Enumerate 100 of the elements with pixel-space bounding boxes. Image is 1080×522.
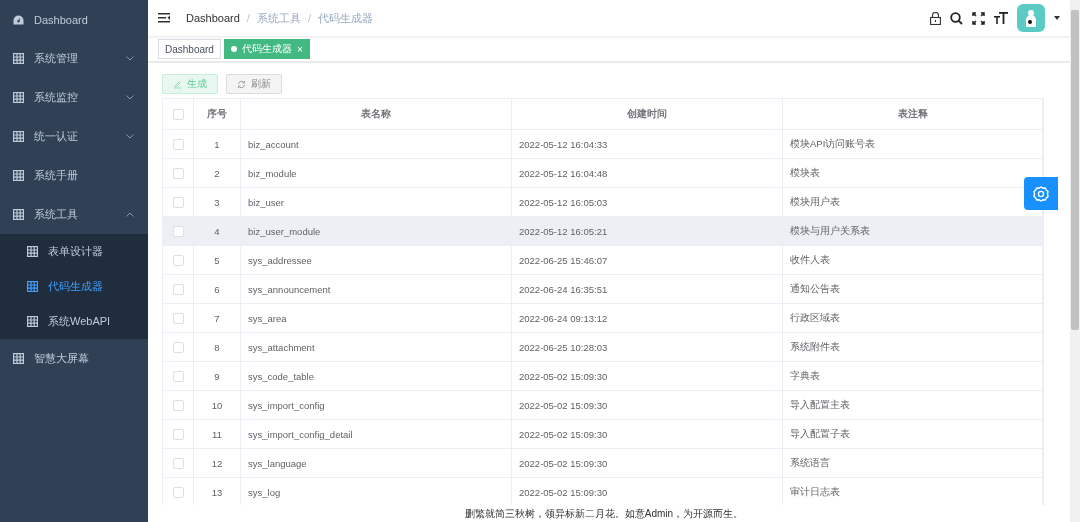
- menu-item[interactable]: 统一认证: [0, 117, 148, 156]
- table-cell: 导入配置子表: [790, 427, 850, 441]
- table-cell: 2022-05-02 15:09:30: [519, 428, 608, 440]
- table-cell: 12: [211, 457, 223, 469]
- table-cell: 通知公告表: [790, 282, 840, 296]
- table-row[interactable]: 12 sys_language 2022-05-02 15:09:30 系统语言: [163, 449, 1043, 478]
- table-cell: sys_attachment: [248, 341, 315, 353]
- grid-icon: [13, 53, 24, 64]
- table-cell: 2022-05-02 15:09:30: [519, 457, 608, 469]
- scrollbar-thumb[interactable]: [1071, 10, 1079, 330]
- checkbox[interactable]: [172, 283, 184, 295]
- checkbox[interactable]: [172, 254, 184, 266]
- table-cell: 审计日志表: [790, 485, 840, 499]
- menu-item[interactable]: 系统监控: [0, 78, 148, 117]
- menu-item[interactable]: 系统管理: [0, 39, 148, 78]
- table-cell: 模块表: [790, 166, 820, 180]
- checkbox[interactable]: [172, 341, 184, 353]
- table-row[interactable]: 8 sys_attachment 2022-06-25 10:28:03 系统附件表: [163, 333, 1043, 362]
- table-cell: biz_user: [248, 196, 284, 208]
- grid-icon: [13, 209, 24, 220]
- table-cell: 2: [214, 167, 220, 179]
- menu-item[interactable]: 智慧大屏幕: [0, 339, 148, 378]
- table-cell: 7: [214, 312, 220, 324]
- menu-item[interactable]: 系统工具: [0, 195, 148, 234]
- table-cell: 4: [214, 225, 220, 237]
- table-cell: 系统语言: [790, 456, 830, 470]
- table-row[interactable]: 4 biz_user_module 2022-05-12 16:05:21 模块与用户关系表: [163, 217, 1043, 246]
- table-cell: 2022-05-12 16:04:33: [519, 138, 608, 150]
- table-cell: 2022-05-12 16:05:03: [519, 196, 608, 208]
- table-row[interactable]: 10 sys_import_config 2022-05-02 15:09:30 导入配置主表: [163, 391, 1043, 420]
- search-icon[interactable]: [950, 11, 963, 25]
- checkbox[interactable]: [172, 108, 184, 120]
- lock-icon[interactable]: [930, 11, 941, 25]
- table-row[interactable]: 9 sys_code_table 2022-05-02 15:09:30 字典表: [163, 362, 1043, 391]
- checkbox[interactable]: [172, 138, 184, 150]
- column-header: 表名称: [361, 107, 391, 121]
- table-cell: sys_addressee: [248, 254, 312, 266]
- table-cell: 模块与用户关系表: [790, 224, 870, 238]
- breadcrumb-separator: /: [246, 12, 250, 24]
- scrollbar[interactable]: [1070, 0, 1080, 522]
- tab[interactable]: Dashboard: [158, 39, 221, 59]
- settings-button[interactable]: [1024, 177, 1058, 210]
- table-cell: 系统附件表: [790, 340, 840, 354]
- checkbox[interactable]: [172, 370, 184, 382]
- table-cell: 1: [214, 138, 220, 150]
- active-dot-icon: [230, 46, 237, 52]
- breadcrumb-item[interactable]: Dashboard: [186, 12, 240, 24]
- grid-icon: [27, 246, 38, 257]
- menu-item[interactable]: 系统WebAPI: [0, 304, 148, 339]
- table-cell: 9: [214, 370, 220, 382]
- column-header: 序号: [207, 107, 227, 121]
- menu-icon[interactable]: [158, 13, 170, 23]
- fullscreen-icon[interactable]: [972, 11, 985, 25]
- column-header: 表注释: [897, 107, 928, 121]
- avatar[interactable]: [1017, 4, 1045, 32]
- table-row[interactable]: 7 sys_area 2022-06-24 09:13:12 行政区域表: [163, 304, 1043, 333]
- table-cell: 11: [212, 428, 222, 440]
- table-cell: 模块用户表: [790, 195, 840, 209]
- chevron-down-icon: [126, 95, 134, 100]
- table-cell: 2022-05-12 16:05:21: [519, 225, 608, 237]
- menu-item[interactable]: 代码生成器: [0, 269, 148, 304]
- checkbox[interactable]: [172, 457, 184, 469]
- checkbox[interactable]: [172, 428, 184, 440]
- table-cell: 2022-06-24 16:35:51: [519, 283, 608, 295]
- checkbox[interactable]: [172, 486, 184, 498]
- table-row[interactable]: 6 sys_announcement 2022-06-24 16:35:51 通知公告表: [163, 275, 1043, 304]
- checkbox[interactable]: [172, 196, 184, 208]
- table-row[interactable]: 11 sys_import_config_detail 2022-05-02 15:09:30 导入配置子表: [163, 420, 1043, 449]
- table-cell: sys_language: [248, 457, 307, 469]
- table-row[interactable]: 2 biz_module 2022-05-12 16:04:48 模块表: [163, 159, 1043, 188]
- grid-icon: [13, 170, 24, 181]
- checkbox[interactable]: [172, 399, 184, 411]
- table-cell: biz_user_module: [248, 225, 321, 237]
- checkbox[interactable]: [172, 312, 184, 324]
- footer-text: 删繁就简三秋树，领异标新二月花。如意Admin，为开源而生。: [464, 506, 744, 521]
- table-cell: 2022-05-02 15:09:30: [519, 399, 608, 411]
- table-cell: 2022-05-02 15:09:30: [519, 486, 608, 498]
- refresh-icon: [237, 79, 246, 89]
- caret-icon[interactable]: [1054, 16, 1060, 20]
- table-cell: sys_log: [248, 486, 281, 498]
- table-cell: 字典表: [790, 369, 820, 383]
- table-cell: sys_import_config_detail: [248, 428, 353, 440]
- menu-item[interactable]: 表单设计器: [0, 234, 148, 269]
- checkbox[interactable]: [172, 167, 184, 179]
- gauge-icon: [13, 14, 24, 25]
- table-cell: sys_import_config: [248, 399, 325, 411]
- settings-icon: [1033, 185, 1049, 202]
- table-cell: 13: [211, 486, 223, 498]
- font-size-icon[interactable]: [994, 12, 1008, 24]
- menu-item[interactable]: 系统手册: [0, 156, 148, 195]
- table-row[interactable]: 3 biz_user 2022-05-12 16:05:03 模块用户表: [163, 188, 1043, 217]
- table-cell: 3: [214, 196, 220, 208]
- table-cell: 行政区域表: [790, 311, 840, 325]
- edit-icon: [173, 79, 182, 89]
- table-row[interactable]: 1 biz_account 2022-05-12 16:04:33 模块API访问账号表: [163, 130, 1043, 159]
- table-cell: biz_account: [248, 138, 299, 150]
- checkbox[interactable]: [172, 225, 184, 237]
- menu-item[interactable]: Dashboard: [0, 0, 148, 39]
- refresh-button[interactable]: 刷新: [226, 74, 282, 94]
- table-row[interactable]: 5 sys_addressee 2022-06-25 15:46:07 收件人表: [163, 246, 1043, 275]
